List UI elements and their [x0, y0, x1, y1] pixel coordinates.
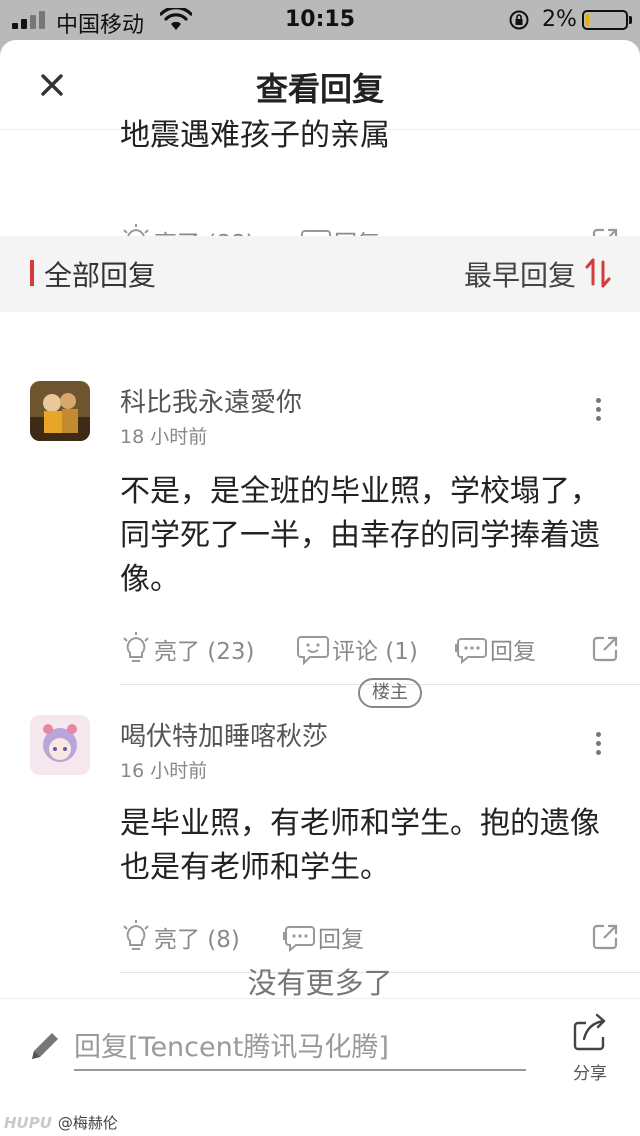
more-options-button[interactable]: [594, 398, 602, 424]
share-icon[interactable]: [590, 634, 620, 664]
light-button[interactable]: 亮了 (23): [120, 632, 255, 666]
reply-bubble-icon: [455, 638, 487, 664]
light-count: 亮了 (8): [154, 927, 240, 953]
reply-label: 回复: [318, 927, 364, 953]
reply-bar: 分享: [0, 998, 640, 1096]
replies-section-header: 全部回复 最早回复: [0, 236, 640, 312]
share-icon[interactable]: [590, 922, 620, 952]
end-of-list-text: 没有更多了: [247, 966, 393, 1000]
comment-icon: [297, 636, 329, 665]
sort-button[interactable]: 最早回复: [464, 254, 576, 294]
reply-button[interactable]: 回复: [454, 632, 536, 666]
status-bar: 中国移动 10:15 2%: [0, 0, 640, 40]
comment-actions: 亮了 (23) 评论 (1) 回复: [120, 632, 620, 672]
avatar-image: [30, 381, 90, 441]
pencil-icon: [32, 1033, 58, 1059]
share-icon: [573, 1013, 606, 1051]
battery-icon: [582, 10, 628, 30]
reply-bubble-icon: [283, 926, 315, 952]
comment-text: 不是，是全班的毕业照，学校塌了，同学死了一半，由幸存的同学捧着遗像。: [120, 474, 600, 597]
light-button[interactable]: 亮了 (8): [120, 920, 240, 954]
comment-actions: 亮了 (8) 回复: [120, 920, 620, 960]
lightbulb-icon: [123, 632, 149, 662]
battery-tip: [629, 16, 632, 24]
watermark-brand: HUPU: [4, 1114, 52, 1132]
battery-percent: 2%: [542, 7, 577, 32]
lightbulb-icon: [123, 920, 149, 950]
share-label: 分享: [573, 1064, 607, 1084]
page-title: 查看回复: [255, 70, 384, 108]
reply-label: 回复: [490, 639, 536, 665]
light-count: 亮了 (23): [154, 639, 255, 665]
op-badge: 楼主: [358, 678, 422, 708]
share-button[interactable]: 分享: [562, 1011, 618, 1084]
comment-time: 16 小时前: [120, 760, 208, 782]
sort-icon[interactable]: [584, 258, 612, 288]
original-post-text: 地震遇难孩子的亲属: [120, 118, 390, 153]
comment-username[interactable]: 科比我永遠愛你: [120, 382, 302, 419]
avatar[interactable]: [30, 381, 90, 441]
avatar-image: [30, 715, 90, 775]
reply-input[interactable]: [74, 1025, 526, 1071]
comment-count: 评论 (1): [332, 639, 418, 665]
section-title: 全部回复: [44, 259, 157, 292]
comment-text: 是毕业照，有老师和学生。抱的遗像也是有老师和学生。: [120, 806, 600, 885]
watermark-handle: @梅赫伦: [57, 1114, 118, 1132]
reply-button[interactable]: 回复: [282, 920, 364, 954]
comment-username[interactable]: 喝伏特加睡喀秋莎: [120, 716, 328, 753]
comment-button[interactable]: 评论 (1): [296, 632, 418, 666]
avatar[interactable]: [30, 715, 90, 775]
rotation-lock-icon: [509, 10, 529, 30]
section-marker: [30, 260, 34, 286]
comment-time: 18 小时前: [120, 426, 208, 448]
more-options-button[interactable]: [594, 732, 602, 758]
watermark: HUPU @梅赫伦: [4, 1112, 118, 1133]
